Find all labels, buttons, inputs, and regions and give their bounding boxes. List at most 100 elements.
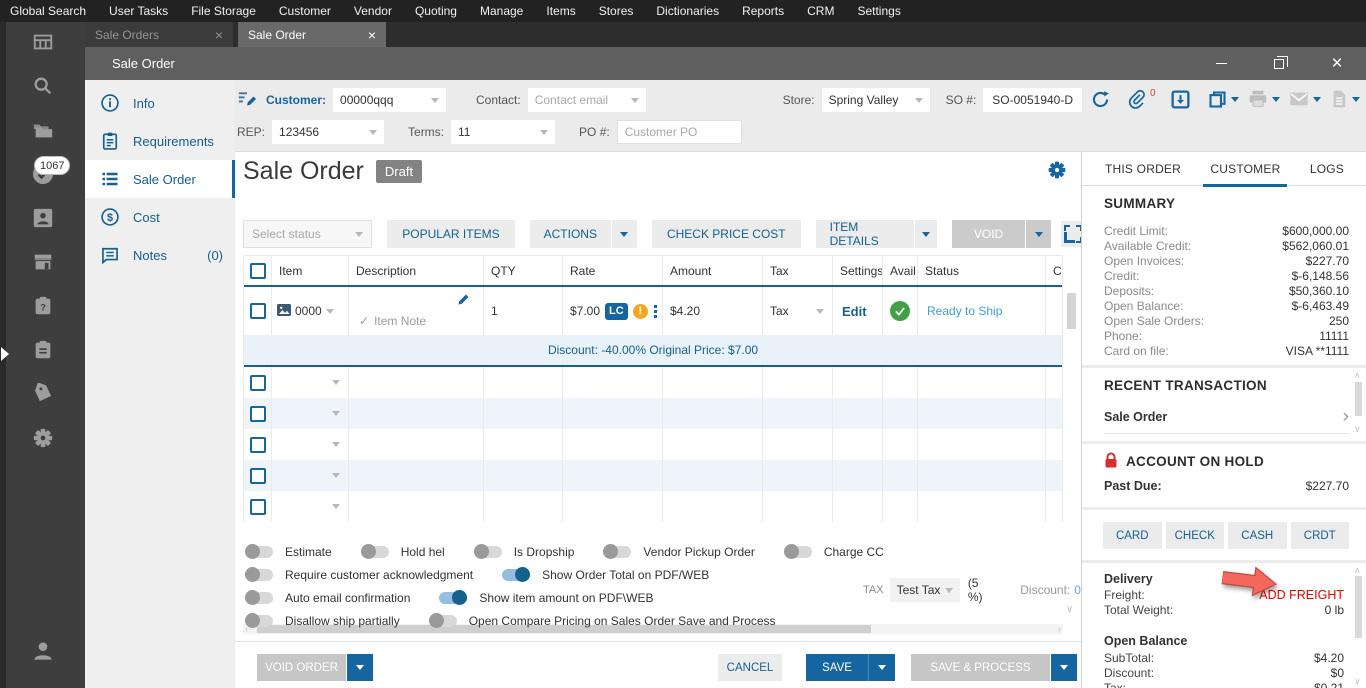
vertical-scrollbar[interactable] (1067, 289, 1076, 619)
scroll-up-icon[interactable]: ∧ (1354, 565, 1361, 576)
toggle-show-order-total[interactable] (502, 569, 530, 581)
export-download-icon[interactable] (1170, 89, 1191, 110)
rate-value[interactable]: $7.00 (570, 304, 600, 318)
menu-item-stores[interactable]: Stores (599, 4, 634, 18)
store-icon[interactable] (31, 250, 55, 274)
chevron-down-icon[interactable] (332, 442, 340, 447)
terms-select[interactable]: 11 (451, 120, 555, 144)
minimize-button[interactable] (1192, 47, 1250, 80)
nav-item-requirements[interactable]: Requirements (85, 122, 235, 160)
menu-item-crm[interactable]: CRM (807, 4, 834, 18)
qty-cell[interactable]: 1 (483, 287, 562, 335)
toggle-disallow-partial[interactable] (245, 615, 273, 627)
item-details-dropdown-button[interactable] (915, 220, 937, 248)
void-button[interactable]: VOID (952, 220, 1026, 248)
tag-icon[interactable] (31, 382, 55, 406)
store-select[interactable]: Spring Valley (822, 88, 930, 112)
row-menu-dots-icon[interactable] (654, 305, 657, 318)
lc-badge[interactable]: LC (605, 303, 628, 320)
toggle-require-ack[interactable] (245, 569, 273, 581)
menu-item-manage[interactable]: Manage (480, 4, 523, 18)
actions-button[interactable]: ACTIONS (530, 220, 612, 248)
dashboard-icon[interactable] (31, 30, 55, 54)
save-button[interactable]: SAVE (806, 654, 869, 681)
nav-item-sale-order[interactable]: Sale Order (85, 160, 235, 198)
toggle-auto-email[interactable] (245, 592, 273, 604)
toggle-show-item-amount[interactable] (439, 592, 467, 604)
save-dropdown-button[interactable] (869, 654, 895, 681)
menu-item-dictionaries[interactable]: Dictionaries (656, 4, 719, 18)
tab-this-order[interactable]: THIS ORDER (1105, 152, 1181, 186)
chevron-down-icon[interactable] (332, 411, 340, 416)
panel-scrollbar-thumb[interactable] (1355, 576, 1362, 638)
row-checkbox[interactable] (250, 375, 266, 391)
row-checkbox[interactable] (250, 499, 266, 515)
edit-order-icon[interactable] (237, 90, 257, 111)
tab-close-icon[interactable]: × (215, 28, 223, 42)
scroll-up-icon[interactable]: ∧ (1354, 370, 1361, 381)
toggle-hold[interactable] (361, 546, 389, 558)
nav-item-cost[interactable]: $ Cost (85, 198, 235, 236)
gear-icon[interactable] (31, 426, 55, 450)
actions-dropdown-button[interactable] (612, 220, 637, 248)
select-all-checkbox[interactable] (250, 263, 266, 279)
document-icon[interactable] (1329, 89, 1360, 109)
item-image-icon[interactable] (277, 304, 291, 319)
scroll-down-icon[interactable]: ∨ (1354, 424, 1361, 435)
contacts-icon[interactable] (31, 206, 55, 230)
rep-select[interactable]: 123456 (272, 120, 384, 144)
tab-sale-orders[interactable]: Sale Orders × (85, 22, 233, 47)
cancel-button[interactable]: CANCEL (718, 654, 782, 681)
void-order-button[interactable]: VOID ORDER (257, 654, 346, 681)
menu-item-vendor[interactable]: Vendor (354, 4, 392, 18)
chevron-down-icon[interactable] (332, 380, 340, 385)
select-status-dropdown[interactable]: Select status (243, 220, 372, 248)
save-and-process-button[interactable]: SAVE & PROCESS (911, 654, 1050, 681)
item-number[interactable]: 0000 (295, 304, 322, 318)
vscroll-thumb[interactable] (1067, 293, 1076, 329)
nav-item-notes[interactable]: Notes (0) (85, 236, 235, 274)
tax-type-select[interactable]: Test Tax (890, 578, 960, 602)
menu-item-reports[interactable]: Reports (742, 4, 784, 18)
chevron-down-icon[interactable] (1272, 97, 1280, 102)
menu-item-user-tasks[interactable]: User Tasks (109, 4, 168, 18)
item-note[interactable]: ✓Item Note (359, 314, 426, 328)
restore-button[interactable] (1250, 47, 1308, 80)
search-icon[interactable] (31, 74, 55, 98)
panel-scrollbar-thumb[interactable] (1355, 382, 1362, 416)
row-status-link[interactable]: Ready to Ship (918, 304, 1002, 318)
chevron-down-icon[interactable] (1231, 97, 1239, 102)
email-icon[interactable] (1288, 88, 1321, 110)
folders-icon[interactable] (31, 118, 55, 142)
menu-item-quoting[interactable]: Quoting (415, 4, 457, 18)
tab-logs[interactable]: LOGS (1310, 152, 1344, 186)
toggle-vendor-pickup[interactable] (603, 546, 631, 558)
cash-button[interactable]: CASH (1228, 522, 1287, 549)
row-checkbox[interactable] (250, 437, 266, 453)
tab-close-icon[interactable]: × (368, 28, 376, 42)
chevron-down-icon[interactable] (326, 309, 334, 314)
menu-item-settings[interactable]: Settings (857, 4, 900, 18)
price-alert-icon[interactable]: ! (633, 304, 648, 319)
customer-select[interactable]: 00000qqq (333, 88, 446, 112)
edit-description-pencil-icon[interactable] (456, 292, 471, 310)
attachments-icon[interactable]: 0 (1127, 89, 1156, 109)
menu-item-global-search[interactable]: Global Search (10, 4, 86, 18)
menu-item-items[interactable]: Items (546, 4, 575, 18)
row-checkbox[interactable] (250, 406, 266, 422)
clipboard-list-icon[interactable] (31, 338, 55, 362)
clipboard-question-icon[interactable]: ? (31, 294, 55, 318)
tab-customer[interactable]: CUSTOMER (1210, 152, 1280, 186)
settings-gear-icon[interactable] (1047, 160, 1067, 180)
crdt-button[interactable]: CRDT (1291, 522, 1350, 549)
edit-settings-link[interactable]: Edit (833, 304, 867, 319)
refresh-icon[interactable] (1090, 89, 1111, 110)
void-order-dropdown-button[interactable] (347, 654, 373, 681)
check-button[interactable]: CHECK (1166, 522, 1225, 549)
item-details-button[interactable]: ITEM DETAILS (816, 220, 916, 248)
print-icon[interactable] (1247, 88, 1280, 110)
menu-item-file-storage[interactable]: File Storage (191, 4, 256, 18)
po-number-input[interactable]: Customer PO (617, 120, 742, 144)
popular-items-button[interactable]: POPULAR ITEMS (387, 220, 514, 248)
menu-item-customer[interactable]: Customer (279, 4, 331, 18)
